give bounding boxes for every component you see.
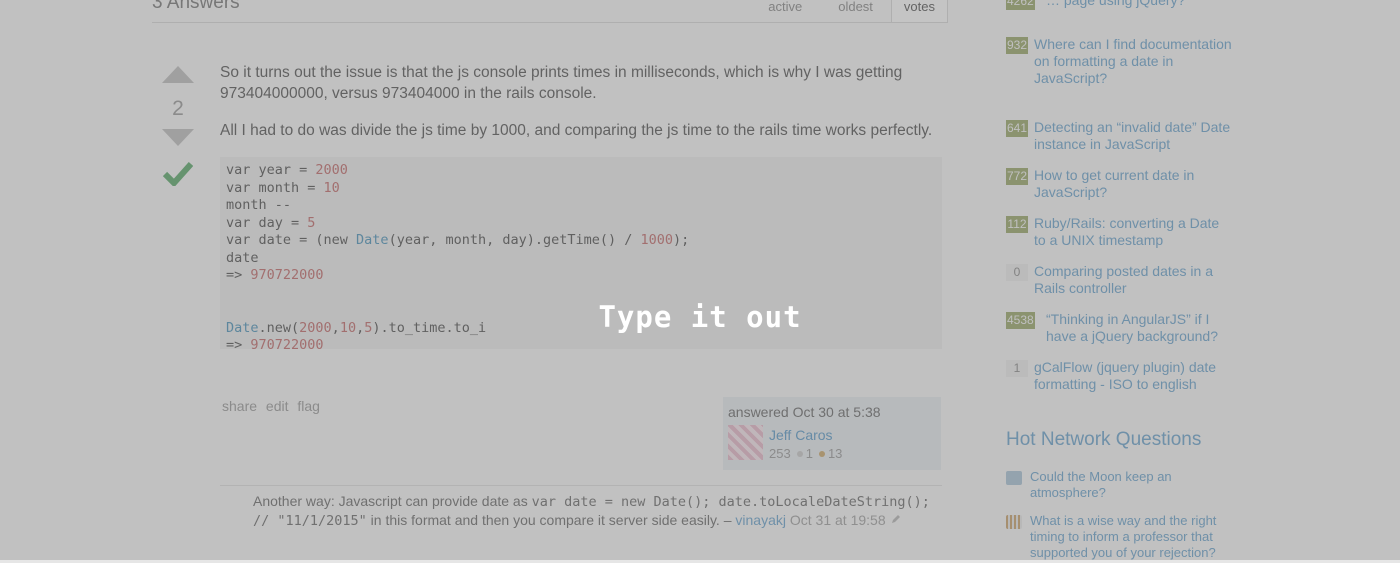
dim-overlay: Type it out bbox=[0, 0, 1400, 560]
overlay-prompt: Type it out bbox=[598, 300, 802, 334]
